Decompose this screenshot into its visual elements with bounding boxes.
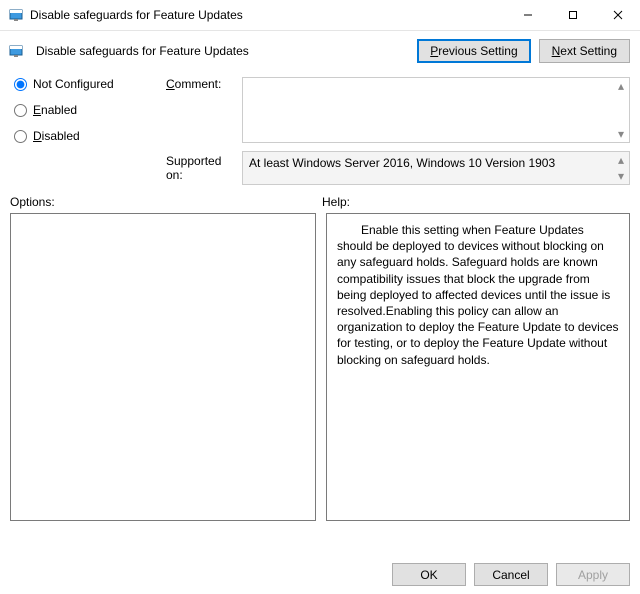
help-label: Help: xyxy=(322,195,630,209)
chevron-up-icon: ▴ xyxy=(615,154,627,166)
titlebar: Disable safeguards for Feature Updates xyxy=(0,0,640,30)
maximize-button[interactable] xyxy=(550,0,595,30)
close-button[interactable] xyxy=(595,0,640,30)
chevron-up-icon: ▴ xyxy=(615,80,627,92)
chevron-down-icon: ▾ xyxy=(615,170,627,182)
help-panel: Enable this setting when Feature Updates… xyxy=(326,213,630,521)
options-panel xyxy=(10,213,316,521)
state-radio-group: Not Configured Enabled Disabled xyxy=(10,77,160,185)
help-text: Enable this setting when Feature Updates… xyxy=(337,222,619,368)
chevron-down-icon: ▾ xyxy=(615,128,627,140)
radio-not-configured[interactable]: Not Configured xyxy=(14,77,160,91)
comment-field[interactable]: ▴ ▾ xyxy=(242,77,630,143)
comment-label: Comment: xyxy=(166,77,236,143)
dialog-footer: OK Cancel Apply xyxy=(392,563,630,586)
supported-on-field: At least Windows Server 2016, Windows 10… xyxy=(242,151,630,185)
radio-not-configured-input[interactable] xyxy=(14,78,27,91)
radio-enabled-input[interactable] xyxy=(14,104,27,117)
next-setting-button[interactable]: Next Setting xyxy=(539,39,630,63)
subheader: Disable safeguards for Feature Updates P… xyxy=(0,31,640,71)
radio-disabled-input[interactable] xyxy=(14,130,27,143)
options-label: Options: xyxy=(10,195,322,209)
radio-disabled[interactable]: Disabled xyxy=(14,129,160,143)
minimize-button[interactable] xyxy=(505,0,550,30)
previous-setting-button[interactable]: Previous Setting xyxy=(417,39,530,63)
supported-on-label: Supported on: xyxy=(166,154,236,182)
radio-enabled[interactable]: Enabled xyxy=(14,103,160,117)
cancel-button[interactable]: Cancel xyxy=(474,563,548,586)
ok-button[interactable]: OK xyxy=(392,563,466,586)
policy-icon xyxy=(8,7,24,23)
subheader-title: Disable safeguards for Feature Updates xyxy=(36,44,249,58)
window-title: Disable safeguards for Feature Updates xyxy=(30,8,243,22)
apply-button[interactable]: Apply xyxy=(556,563,630,586)
policy-icon xyxy=(8,43,24,59)
